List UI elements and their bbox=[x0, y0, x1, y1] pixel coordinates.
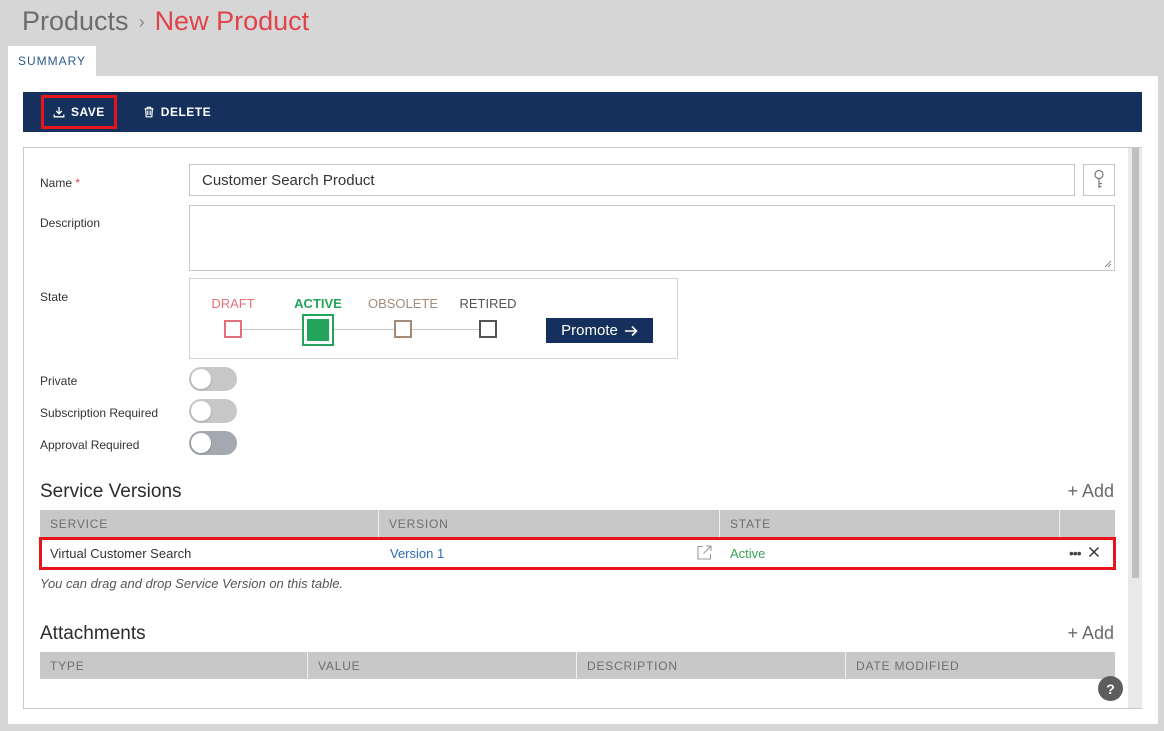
column-header-state[interactable]: STATE bbox=[720, 510, 1060, 537]
private-toggle[interactable] bbox=[189, 367, 237, 391]
page-title: New Product bbox=[154, 5, 310, 36]
column-header-actions bbox=[1060, 510, 1115, 537]
service-cell: Virtual Customer Search bbox=[50, 546, 192, 561]
state-obsolete-label: OBSOLETE bbox=[367, 296, 439, 311]
approval-required-toggle[interactable] bbox=[189, 431, 237, 455]
scrollbar-thumb[interactable] bbox=[1132, 148, 1139, 578]
help-button[interactable]: ? bbox=[1098, 676, 1123, 701]
description-label: Description bbox=[40, 216, 101, 230]
delete-button[interactable]: DELETE bbox=[134, 98, 220, 126]
state-obsolete-node[interactable] bbox=[394, 320, 412, 338]
service-versions-title: Service Versions bbox=[40, 481, 182, 502]
breadcrumb: Products › New Product bbox=[22, 4, 309, 38]
column-header-service[interactable]: SERVICE bbox=[40, 510, 379, 537]
summary-panel: SAVE DELETE Name * Customer Search Produ… bbox=[8, 76, 1158, 724]
delete-label: DELETE bbox=[160, 105, 212, 119]
column-header-value[interactable]: VALUE bbox=[308, 652, 577, 679]
external-link-icon[interactable] bbox=[696, 544, 713, 561]
column-header-date-modified[interactable]: DATE MODIFIED bbox=[846, 652, 1115, 679]
subscription-required-label: Subscription Required bbox=[40, 406, 159, 420]
add-service-version-button[interactable]: + Add bbox=[1067, 481, 1114, 502]
table-row[interactable]: Virtual Customer Search Version 1 Active… bbox=[39, 537, 1116, 570]
arrow-right-icon bbox=[624, 325, 638, 336]
name-input-value: Customer Search Product bbox=[202, 171, 375, 189]
state-cell: Active bbox=[730, 546, 766, 561]
add-attachment-button[interactable]: + Add bbox=[1067, 623, 1114, 644]
service-versions-header: SERVICE VERSION STATE bbox=[40, 510, 1115, 537]
form-content: Name * Customer Search Product Descripti… bbox=[23, 147, 1128, 709]
required-mark: * bbox=[75, 176, 81, 190]
more-actions-icon[interactable]: ••• bbox=[1069, 545, 1082, 561]
state-connector bbox=[412, 329, 479, 330]
breadcrumb-products[interactable]: Products bbox=[22, 6, 129, 37]
attachments-title: Attachments bbox=[40, 623, 146, 644]
description-textarea[interactable] bbox=[189, 205, 1115, 271]
state-connector bbox=[242, 329, 303, 330]
state-retired-node[interactable] bbox=[479, 320, 497, 338]
trash-icon bbox=[144, 106, 154, 118]
breadcrumb-separator: › bbox=[138, 11, 145, 32]
column-header-version[interactable]: VERSION bbox=[379, 510, 720, 537]
subscription-required-toggle[interactable] bbox=[189, 399, 237, 423]
version-link[interactable]: Version 1 bbox=[390, 546, 444, 561]
private-label: Private bbox=[40, 374, 78, 388]
attachments-header: TYPE VALUE DESCRIPTION DATE MODIFIED bbox=[40, 652, 1115, 679]
save-label: SAVE bbox=[71, 105, 105, 119]
vertical-scrollbar[interactable] bbox=[1128, 147, 1142, 709]
state-draft-label: DRAFT bbox=[211, 296, 255, 311]
column-header-description[interactable]: DESCRIPTION bbox=[577, 652, 846, 679]
promote-button[interactable]: Promote bbox=[546, 318, 653, 343]
state-connector bbox=[333, 329, 394, 330]
approval-required-label: Approval Required bbox=[40, 438, 140, 452]
state-active-node[interactable] bbox=[302, 314, 334, 346]
state-stepper: DRAFT ACTIVE OBSOLETE RETIRED Promote bbox=[189, 278, 678, 359]
toolbar: SAVE DELETE bbox=[23, 92, 1142, 132]
state-label: State bbox=[40, 290, 69, 304]
column-header-type[interactable]: TYPE bbox=[40, 652, 308, 679]
key-icon bbox=[1094, 169, 1104, 188]
state-draft-node[interactable] bbox=[224, 320, 242, 338]
name-input[interactable]: Customer Search Product bbox=[189, 164, 1075, 196]
drag-drop-hint: You can drag and drop Service Version on… bbox=[40, 576, 344, 591]
resize-grip-icon[interactable] bbox=[1104, 260, 1112, 268]
promote-label: Promote bbox=[561, 322, 618, 339]
close-icon[interactable] bbox=[1088, 546, 1100, 558]
key-button[interactable] bbox=[1083, 164, 1115, 196]
name-label: Name * bbox=[40, 176, 81, 190]
state-retired-label: RETIRED bbox=[459, 296, 517, 311]
state-active-label: ACTIVE bbox=[294, 296, 342, 311]
download-icon bbox=[53, 107, 65, 118]
save-button[interactable]: SAVE bbox=[41, 95, 117, 129]
tab-summary[interactable]: SUMMARY bbox=[8, 46, 96, 76]
